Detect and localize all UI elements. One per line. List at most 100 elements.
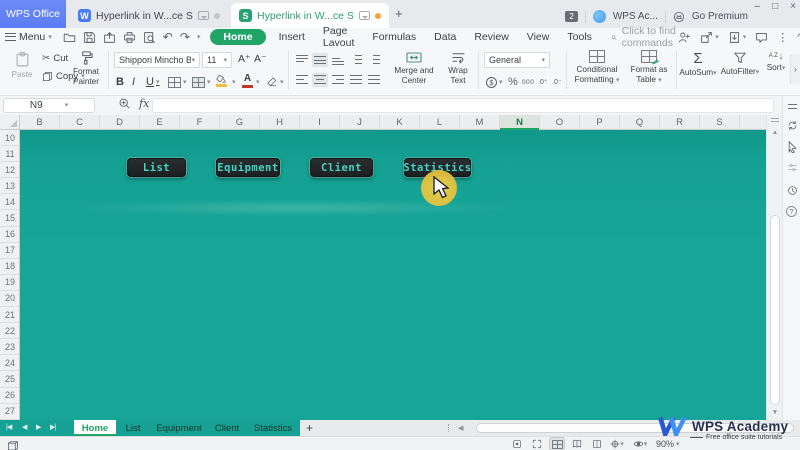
currency-button[interactable]: $ ▾ [486, 74, 503, 90]
share-user-icon[interactable] [678, 31, 691, 44]
column-header[interactable]: D [100, 115, 140, 130]
autofilter-button[interactable]: AutoFilter▾ [718, 51, 762, 77]
first-sheet-icon[interactable]: |◀ [6, 423, 11, 431]
fill-color-caret[interactable]: ▾ [232, 74, 236, 90]
page-layout-view-icon[interactable] [570, 438, 584, 450]
more-options-icon[interactable]: ⋮ [777, 31, 788, 44]
row-header[interactable]: 22 [0, 323, 20, 339]
scroll-up-icon[interactable]: ▲ [767, 129, 783, 136]
sheet-tab-client[interactable]: Client [208, 420, 246, 436]
italic-button[interactable]: I [132, 74, 135, 90]
page-break-view-icon[interactable] [590, 438, 604, 450]
row-header[interactable]: 18 [0, 259, 20, 275]
pointer-tool-icon[interactable] [785, 140, 799, 154]
cut-button[interactable]: ✂ Cut [42, 53, 68, 64]
insert-function-icon[interactable] [118, 97, 131, 110]
ribbon-tab-data[interactable]: Data [425, 28, 465, 46]
increase-font-button[interactable]: A⁺ [238, 53, 251, 65]
column-header[interactable]: P [580, 115, 620, 130]
prev-sheet-icon[interactable]: ◀ [22, 423, 26, 431]
customize-qat-icon[interactable]: ▾ [197, 34, 201, 41]
ready-indicator-icon[interactable] [7, 438, 19, 450]
name-box[interactable]: N9 ▾ [3, 98, 95, 113]
decrease-font-button[interactable]: A⁻ [254, 53, 267, 65]
ribbon-tab-view[interactable]: View [518, 28, 559, 46]
open-folder-icon[interactable] [63, 31, 76, 44]
borders-button[interactable]: ▾ [168, 74, 187, 90]
sheet-tab-statistics[interactable]: Statistics [246, 420, 300, 436]
menu-button[interactable]: Menu ▾ [0, 28, 57, 46]
add-sheet-button[interactable]: + [306, 421, 313, 435]
sheet-tab-list[interactable]: List [116, 420, 150, 436]
format-as-table-button[interactable]: Format as Table ▾ [626, 50, 672, 85]
account-label[interactable]: WPS Ac... [613, 11, 658, 22]
fullscreen-icon[interactable] [530, 438, 544, 450]
sheet-canvas[interactable]: List Equipment Client Statistics [20, 130, 766, 420]
align-center-button[interactable] [312, 73, 328, 87]
normal-view-icon[interactable] [550, 438, 564, 450]
sheet-tab-equipment[interactable]: Equipment [150, 420, 208, 436]
align-top-button[interactable] [294, 53, 310, 67]
column-header[interactable]: G [220, 115, 260, 130]
row-header[interactable]: 10 [0, 130, 20, 146]
comment-icon[interactable] [755, 31, 768, 44]
number-format-select[interactable]: General ▾ [484, 52, 550, 68]
cell-mode-icon[interactable] [510, 438, 524, 450]
row-header[interactable]: 25 [0, 371, 20, 387]
column-header[interactable]: I [300, 115, 340, 130]
split-handle[interactable] [771, 118, 779, 122]
justify-button[interactable] [348, 73, 364, 87]
ribbon-tab-review[interactable]: Review [465, 28, 517, 46]
share-button[interactable]: ▾ [700, 31, 719, 44]
percent-button[interactable]: % [508, 74, 518, 90]
ribbon-tab-formulas[interactable]: Formulas [363, 28, 425, 46]
column-header-selected[interactable]: N [500, 115, 540, 130]
row-header[interactable]: 17 [0, 243, 20, 259]
vertical-scroll-thumb[interactable] [770, 215, 780, 405]
minimize-button[interactable]: – [755, 0, 761, 14]
column-header[interactable]: O [540, 115, 580, 130]
font-color-caret[interactable]: ▾ [256, 74, 260, 90]
eraser-button[interactable]: ▾ [266, 74, 284, 90]
redo-icon[interactable]: ↷ [180, 30, 190, 44]
comma-style-button[interactable]: 000 [522, 74, 534, 90]
formula-input[interactable] [152, 98, 774, 113]
decrease-decimal-button[interactable]: .0⁻ [552, 74, 562, 90]
align-bottom-button[interactable] [330, 53, 346, 67]
doc-tab-spreadsheet-active[interactable]: S Hyperlink in W...ce Spreadsheet [231, 3, 389, 28]
export-pdf-button[interactable]: ▾ [728, 31, 747, 44]
cell-style-button[interactable]: ▾ [192, 74, 211, 90]
hscroll-left-icon[interactable]: ◀ [458, 424, 463, 432]
column-header[interactable]: E [140, 115, 180, 130]
autosum-button[interactable]: Σ AutoSum▾ [680, 51, 716, 78]
underline-button[interactable]: U▾ [146, 74, 159, 90]
conditional-formatting-button[interactable]: Conditional Formatting ▾ [570, 50, 624, 85]
help-icon[interactable]: ? [786, 206, 797, 217]
row-header[interactable]: 11 [0, 146, 20, 162]
undo-icon[interactable]: ↶ [163, 30, 173, 44]
column-header[interactable]: M [460, 115, 500, 130]
column-header[interactable]: J [340, 115, 380, 130]
sheet-button-equipment[interactable]: Equipment [216, 158, 280, 177]
row-header[interactable]: 19 [0, 275, 20, 291]
ribbon-tab-insert[interactable]: Insert [270, 28, 314, 46]
ribbon-tab-home[interactable]: Home [210, 29, 265, 45]
row-header[interactable]: 13 [0, 178, 20, 194]
row-header[interactable]: 24 [0, 355, 20, 371]
reading-mode-icon[interactable]: ▾ [630, 438, 650, 450]
column-header[interactable]: H [260, 115, 300, 130]
sort-button[interactable]: A Z ↓ Sort▾ [762, 51, 790, 73]
row-header[interactable]: 14 [0, 194, 20, 210]
new-document-tab-button[interactable]: + [395, 6, 403, 21]
scroll-down-icon[interactable]: ▼ [767, 409, 783, 416]
close-button[interactable]: × [790, 0, 796, 14]
column-header[interactable]: R [660, 115, 700, 130]
custom-view-icon[interactable]: ▾ [610, 438, 624, 450]
sidebar-menu-icon[interactable] [785, 99, 799, 113]
row-header[interactable]: 15 [0, 210, 20, 226]
vertical-scrollbar[interactable]: ▲ ▼ [766, 115, 782, 420]
column-header[interactable]: C [60, 115, 100, 130]
wrap-text-button[interactable]: Wrap Text [442, 51, 474, 86]
column-header[interactable]: S [700, 115, 740, 130]
sync-icon[interactable] [785, 118, 799, 132]
